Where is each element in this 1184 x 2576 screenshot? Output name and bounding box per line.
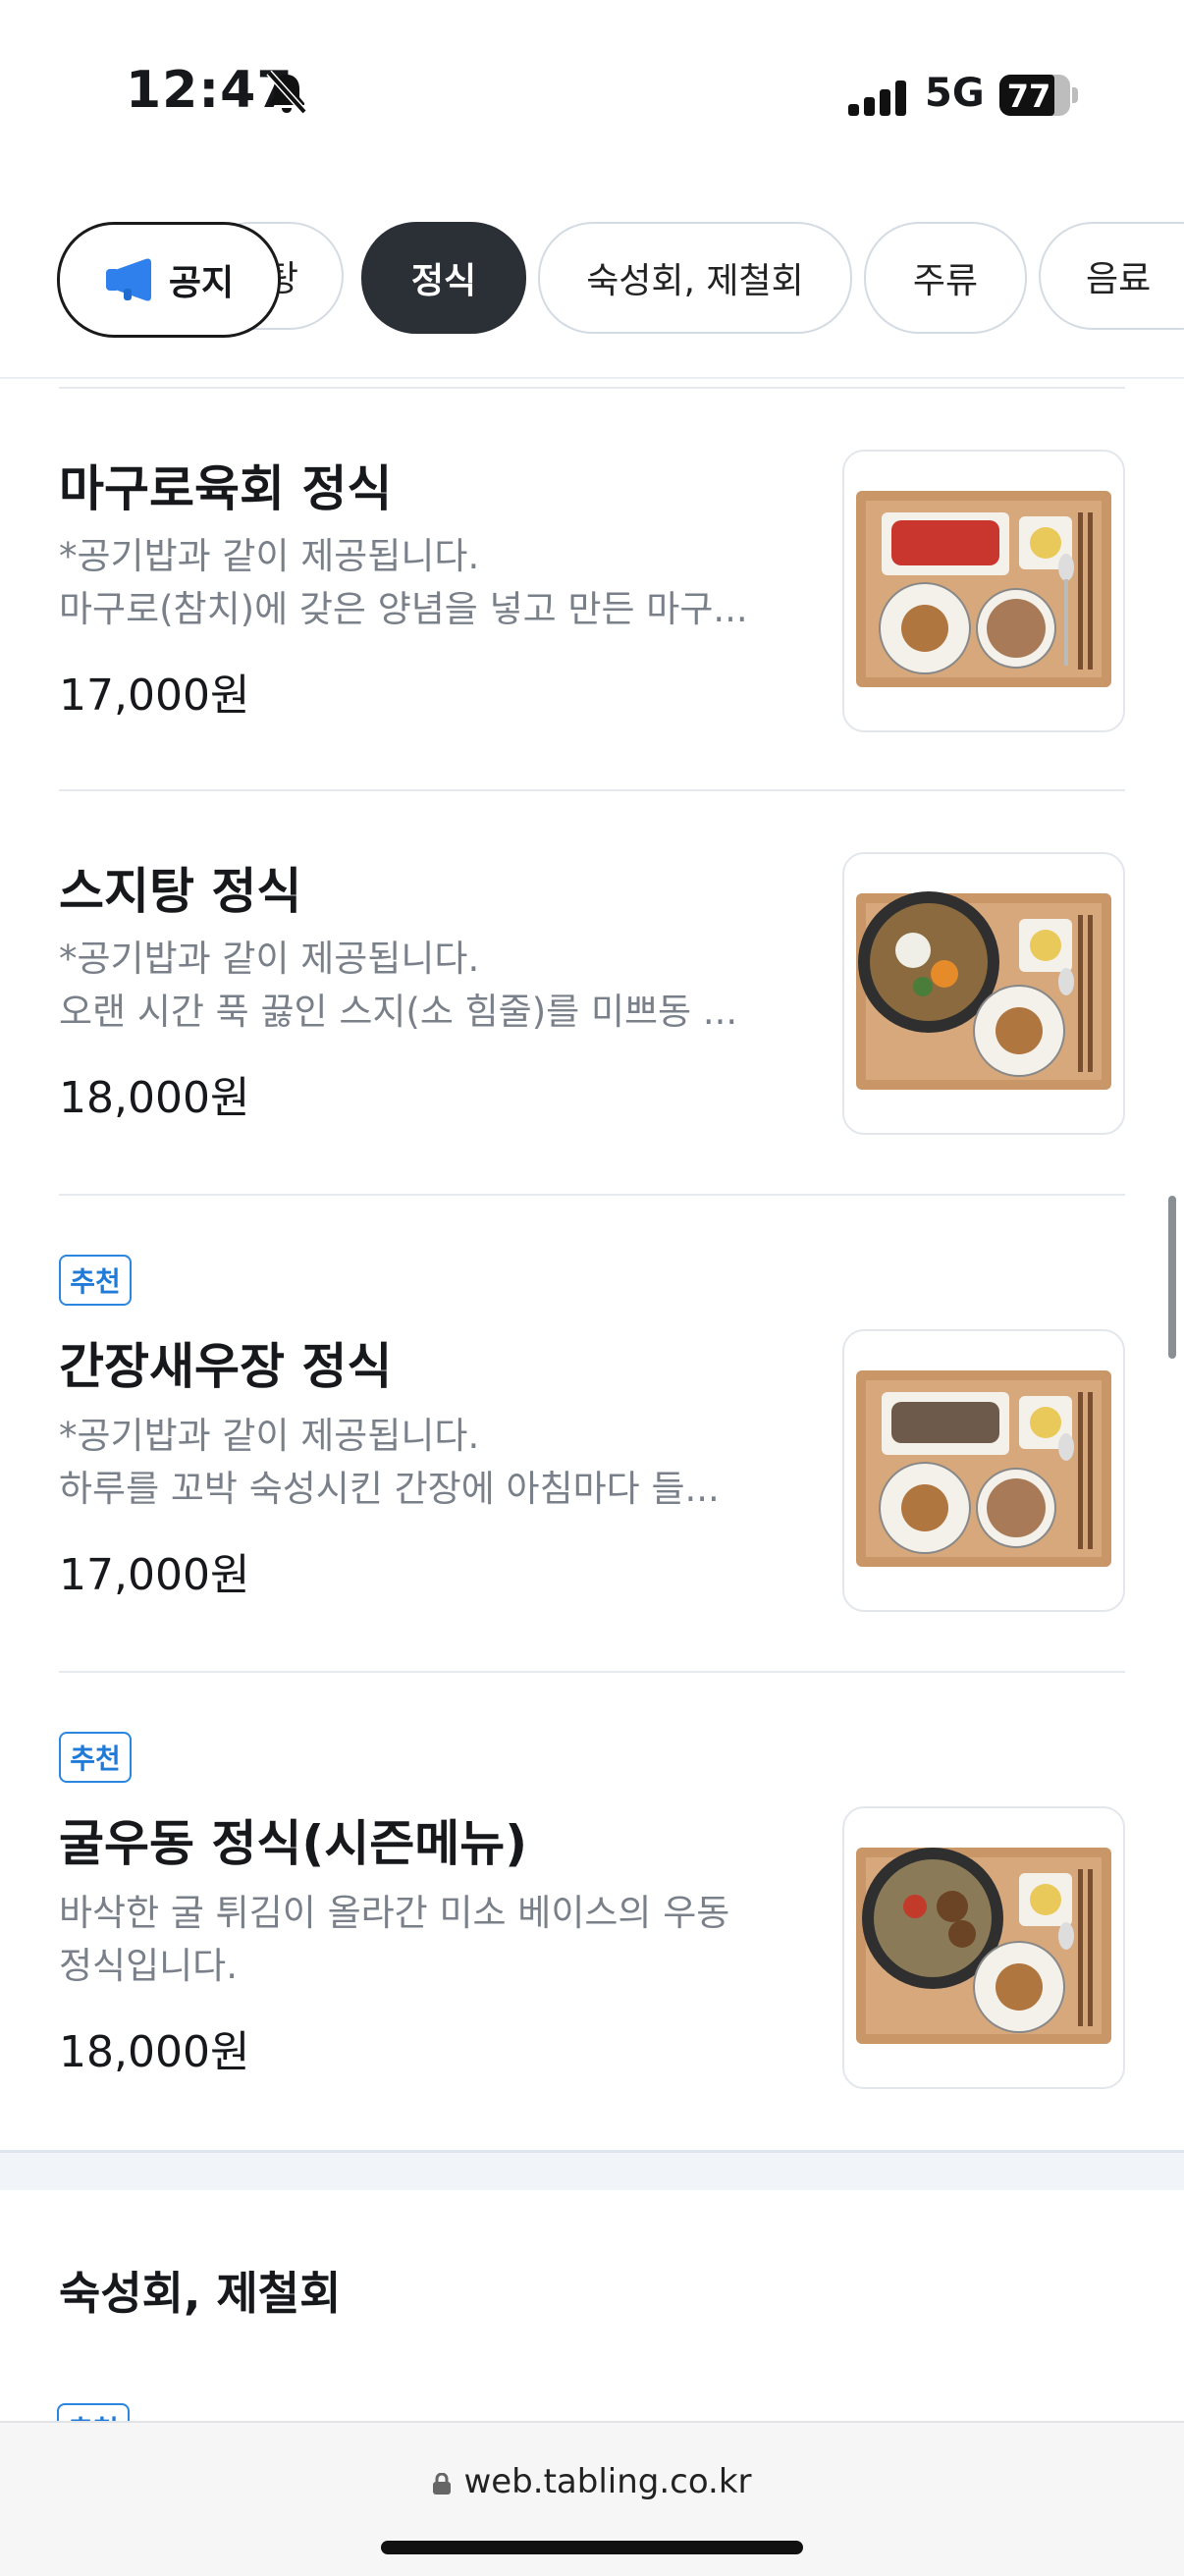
battery-icon: 77 bbox=[999, 75, 1078, 116]
menu-item-image bbox=[842, 852, 1125, 1135]
menu-item-name: 마구로육회 정식 bbox=[59, 460, 393, 517]
tab-drinks[interactable]: 음료 bbox=[1039, 222, 1184, 330]
recommended-badge: 추천 bbox=[59, 1732, 132, 1783]
notice-label: 공지 bbox=[168, 263, 235, 303]
menu-item-name: 굴우동 정식(시즌메뉴) bbox=[59, 1815, 528, 1872]
tab-drinks-label: 음료 bbox=[1086, 259, 1152, 299]
tab-set-meal[interactable]: 정식 bbox=[361, 222, 526, 334]
tab-set-meal-label: 정식 bbox=[410, 261, 477, 301]
scrollbar[interactable] bbox=[1168, 1196, 1176, 1359]
home-indicator[interactable] bbox=[381, 2541, 803, 2554]
divider bbox=[0, 377, 1184, 379]
menu-item-description: 바삭한 굴 튀김이 올라간 미소 베이스의 우동 정식입니다. bbox=[59, 1892, 730, 1987]
browser-url-bar[interactable]: web.tabling.co.kr bbox=[0, 2421, 1184, 2576]
menu-item-name: 스지탕 정식 bbox=[59, 863, 302, 920]
section-title: 숙성회, 제철회 bbox=[59, 2267, 342, 2320]
divider bbox=[59, 387, 1125, 389]
battery-level: 77 bbox=[1006, 78, 1051, 115]
lock-icon bbox=[433, 2473, 452, 2495]
menu-item-image bbox=[842, 1329, 1125, 1612]
network-type: 5G bbox=[925, 71, 985, 116]
menu-item-price: 18,000원 bbox=[59, 1073, 250, 1123]
menu-item-soy-shrimp[interactable]: 추천 간장새우장 정식 *공기밥과 같이 제공됩니다. 하루를 꼬박 숙성시킨 간… bbox=[59, 1255, 1125, 1647]
recommended-badge: 추천 bbox=[59, 1255, 132, 1306]
tab-aged-sashimi-label: 숙성회, 제철회 bbox=[586, 261, 804, 301]
menu-item-price: 17,000원 bbox=[59, 1550, 250, 1600]
megaphone-icon bbox=[105, 258, 151, 301]
url-text: web.tabling.co.kr bbox=[463, 2462, 752, 2501]
url-display[interactable]: web.tabling.co.kr bbox=[0, 2462, 1184, 2501]
divider bbox=[59, 1194, 1125, 1196]
menu-item-tuna-yukhoe[interactable]: 마구로육회 정식 *공기밥과 같이 제공됩니다. 마구로(참치)에 갖은 양념을 … bbox=[59, 432, 1125, 756]
tab-alcohol-label: 주류 bbox=[912, 261, 979, 301]
menu-item-price: 18,000원 bbox=[59, 2027, 250, 2077]
menu-item-price: 17,000원 bbox=[59, 671, 250, 721]
divider bbox=[59, 789, 1125, 791]
menu-item-image bbox=[842, 450, 1125, 732]
menu-item-description: *공기밥과 같이 제공됩니다. 오랜 시간 푹 끓인 스지(소 힘줄)를 미쁘동 … bbox=[59, 938, 738, 1033]
tab-alcohol[interactable]: 주류 bbox=[864, 222, 1027, 334]
status-bar: 12:47 5G 77 bbox=[0, 0, 1184, 196]
section-divider bbox=[0, 2150, 1184, 2190]
divider bbox=[59, 1671, 1125, 1673]
bell-muted-icon bbox=[266, 70, 307, 115]
cellular-signal-icon bbox=[848, 79, 907, 116]
menu-item-name: 간장새우장 정식 bbox=[59, 1338, 393, 1395]
menu-item-image bbox=[842, 1806, 1125, 2089]
notice-button[interactable]: 공지 bbox=[57, 222, 281, 338]
menu-item-description: *공기밥과 같이 제공됩니다. 하루를 꼬박 숙성시킨 간장에 아침마다 들... bbox=[59, 1415, 720, 1510]
menu-item-oyster-udon[interactable]: 추천 굴우동 정식(시즌메뉴) 바삭한 굴 튀김이 올라간 미소 베이스의 우동… bbox=[59, 1732, 1125, 2124]
tab-aged-sashimi[interactable]: 숙성회, 제철회 bbox=[538, 222, 852, 334]
menu-item-suji-stew[interactable]: 스지탕 정식 *공기밥과 같이 제공됩니다. 오랜 시간 푹 끓인 스지(소 힘줄… bbox=[59, 834, 1125, 1158]
menu-item-description: *공기밥과 같이 제공됩니다. 마구로(참치)에 갖은 양념을 넣고 만든 마구.… bbox=[59, 535, 748, 630]
